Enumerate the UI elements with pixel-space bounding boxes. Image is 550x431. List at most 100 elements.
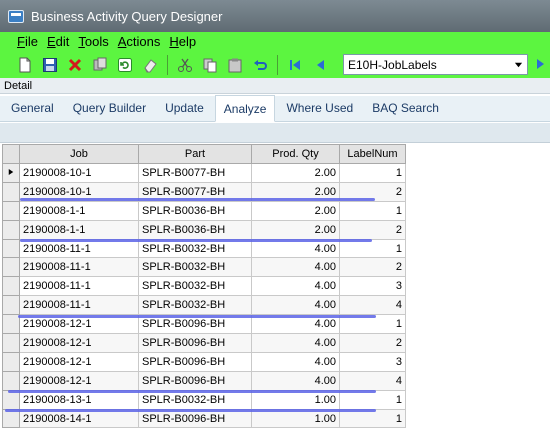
cell-job[interactable]: 2190008-11-1 bbox=[19, 276, 139, 297]
cell-labelnum[interactable]: 3 bbox=[339, 351, 406, 372]
column-header-job[interactable]: Job bbox=[19, 144, 139, 164]
cell-part[interactable]: SPLR-B0032-BH bbox=[138, 257, 252, 278]
cell-part[interactable]: SPLR-B0096-BH bbox=[138, 370, 252, 391]
tab-update[interactable]: Update bbox=[157, 95, 212, 121]
row-selector[interactable] bbox=[2, 295, 20, 316]
cell-prod-qty[interactable]: 4.00 bbox=[251, 276, 340, 297]
cell-prod-qty[interactable]: 4.00 bbox=[251, 333, 340, 353]
cell-labelnum[interactable]: 3 bbox=[339, 276, 406, 297]
cell-part[interactable]: SPLR-B0032-BH bbox=[138, 276, 252, 297]
cut-icon[interactable] bbox=[174, 54, 196, 76]
table-row[interactable]: 2190008-1-1 SPLR-B0036-BH 2.00 2 bbox=[2, 219, 406, 240]
new-icon[interactable] bbox=[14, 54, 36, 76]
save-icon[interactable] bbox=[39, 54, 61, 76]
cell-part[interactable]: SPLR-B0077-BH bbox=[138, 163, 252, 183]
cell-job[interactable]: 2190008-12-1 bbox=[19, 370, 139, 391]
cell-job[interactable]: 2190008-12-1 bbox=[19, 351, 139, 372]
cell-part[interactable]: SPLR-B0036-BH bbox=[138, 200, 252, 221]
menu-actions[interactable]: Actions bbox=[118, 34, 161, 49]
cell-prod-qty[interactable]: 4.00 bbox=[251, 370, 340, 391]
row-selector[interactable] bbox=[2, 257, 20, 278]
table-row[interactable]: 2190008-12-1 SPLR-B0096-BH 4.00 2 bbox=[2, 333, 406, 353]
cell-labelnum[interactable]: 2 bbox=[339, 219, 406, 240]
cell-prod-qty[interactable]: 2.00 bbox=[251, 200, 340, 221]
previous-record-icon[interactable] bbox=[309, 54, 331, 76]
table-row[interactable]: 2190008-1-1 SPLR-B0036-BH 2.00 1 bbox=[2, 200, 406, 221]
row-pointer-icon bbox=[8, 168, 14, 175]
cell-part[interactable]: SPLR-B0036-BH bbox=[138, 219, 252, 240]
cell-prod-qty[interactable]: 4.00 bbox=[251, 257, 340, 278]
tab-baq-search[interactable]: BAQ Search bbox=[364, 95, 447, 121]
cell-job[interactable]: 2190008-10-1 bbox=[19, 163, 139, 183]
table-row[interactable]: 2190008-11-1 SPLR-B0032-BH 4.00 3 bbox=[2, 276, 406, 297]
tab-general[interactable]: General bbox=[3, 95, 62, 121]
query-selector-value: E10H-JobLabels bbox=[348, 57, 437, 72]
row-selector[interactable] bbox=[2, 370, 20, 391]
cell-labelnum[interactable]: 1 bbox=[339, 389, 406, 410]
refresh-icon[interactable] bbox=[114, 54, 136, 76]
column-header-prod-qty[interactable]: Prod. Qty bbox=[251, 144, 340, 164]
row-selector[interactable] bbox=[2, 238, 20, 259]
row-selector[interactable] bbox=[2, 219, 20, 240]
cell-prod-qty[interactable]: 2.00 bbox=[251, 219, 340, 240]
copy-icon[interactable] bbox=[89, 54, 111, 76]
row-selector[interactable] bbox=[2, 181, 20, 202]
table-row[interactable]: 2190008-11-1 SPLR-B0032-BH 4.00 2 bbox=[2, 257, 406, 278]
column-header-labelnum[interactable]: LabelNum bbox=[339, 144, 406, 164]
cell-part[interactable]: SPLR-B0032-BH bbox=[138, 295, 252, 316]
table-row[interactable]: 2190008-12-1 SPLR-B0096-BH 4.00 3 bbox=[2, 351, 406, 372]
cell-job[interactable]: 2190008-12-1 bbox=[19, 333, 139, 353]
delete-icon[interactable] bbox=[64, 54, 86, 76]
cell-job[interactable]: 2190008-11-1 bbox=[19, 295, 139, 316]
row-selector[interactable] bbox=[2, 389, 20, 410]
cell-job[interactable]: 2190008-1-1 bbox=[19, 200, 139, 221]
table-row[interactable]: 2190008-10-1 SPLR-B0077-BH 2.00 1 bbox=[2, 163, 406, 183]
cell-prod-qty[interactable]: 2.00 bbox=[251, 163, 340, 183]
menu-help[interactable]: Help bbox=[169, 34, 196, 49]
cell-prod-qty[interactable]: 4.00 bbox=[251, 351, 340, 372]
query-selector[interactable]: E10H-JobLabels bbox=[343, 54, 528, 75]
column-header-part[interactable]: Part bbox=[138, 144, 252, 164]
cell-job[interactable]: 2190008-13-1 bbox=[19, 389, 139, 410]
cell-labelnum[interactable]: 2 bbox=[339, 257, 406, 278]
group-separator-line bbox=[5, 409, 376, 412]
cell-labelnum[interactable]: 2 bbox=[339, 333, 406, 353]
row-selector[interactable] bbox=[2, 200, 20, 221]
toolbar-separator bbox=[277, 54, 278, 75]
cell-prod-qty[interactable]: 4.00 bbox=[251, 295, 340, 316]
table-row[interactable]: 2190008-11-1 SPLR-B0032-BH 4.00 4 bbox=[2, 295, 406, 316]
tab-query-builder[interactable]: Query Builder bbox=[65, 95, 154, 121]
toolbar-separator bbox=[167, 54, 168, 75]
cell-part[interactable]: SPLR-B0096-BH bbox=[138, 333, 252, 353]
row-selector[interactable] bbox=[2, 314, 20, 335]
chevron-down-icon[interactable] bbox=[511, 57, 525, 72]
clipboard-icon[interactable] bbox=[224, 54, 246, 76]
tab-where-used[interactable]: Where Used bbox=[278, 95, 361, 121]
tab-analyze[interactable]: Analyze bbox=[214, 95, 276, 122]
cell-labelnum[interactable]: 4 bbox=[339, 295, 406, 316]
table-row[interactable]: 2190008-13-1 SPLR-B0032-BH 1.00 1 bbox=[2, 389, 406, 410]
undo-icon[interactable] bbox=[249, 54, 271, 76]
row-selector[interactable] bbox=[2, 276, 20, 297]
cell-part[interactable]: SPLR-B0096-BH bbox=[138, 351, 252, 372]
paste-icon[interactable] bbox=[199, 54, 221, 76]
cell-prod-qty[interactable]: 1.00 bbox=[251, 389, 340, 410]
row-selector[interactable] bbox=[2, 351, 20, 372]
menu-tools[interactable]: Tools bbox=[78, 34, 108, 49]
cell-labelnum[interactable]: 1 bbox=[339, 200, 406, 221]
analyze-subbar bbox=[0, 123, 550, 143]
menu-edit[interactable]: Edit bbox=[47, 34, 69, 49]
cell-labelnum[interactable]: 1 bbox=[339, 163, 406, 183]
clear-icon[interactable] bbox=[139, 54, 161, 76]
table-row[interactable]: 2190008-12-1 SPLR-B0096-BH 4.00 4 bbox=[2, 370, 406, 391]
cell-labelnum[interactable]: 4 bbox=[339, 370, 406, 391]
next-record-icon[interactable] bbox=[533, 56, 549, 75]
app-window-icon bbox=[8, 9, 24, 23]
row-selector[interactable] bbox=[2, 333, 20, 353]
current-row-indicator[interactable] bbox=[2, 163, 20, 183]
cell-job[interactable]: 2190008-1-1 bbox=[19, 219, 139, 240]
menu-file[interactable]: File bbox=[17, 34, 38, 49]
cell-part[interactable]: SPLR-B0032-BH bbox=[138, 389, 252, 410]
cell-job[interactable]: 2190008-11-1 bbox=[19, 257, 139, 278]
first-record-icon[interactable] bbox=[284, 54, 306, 76]
